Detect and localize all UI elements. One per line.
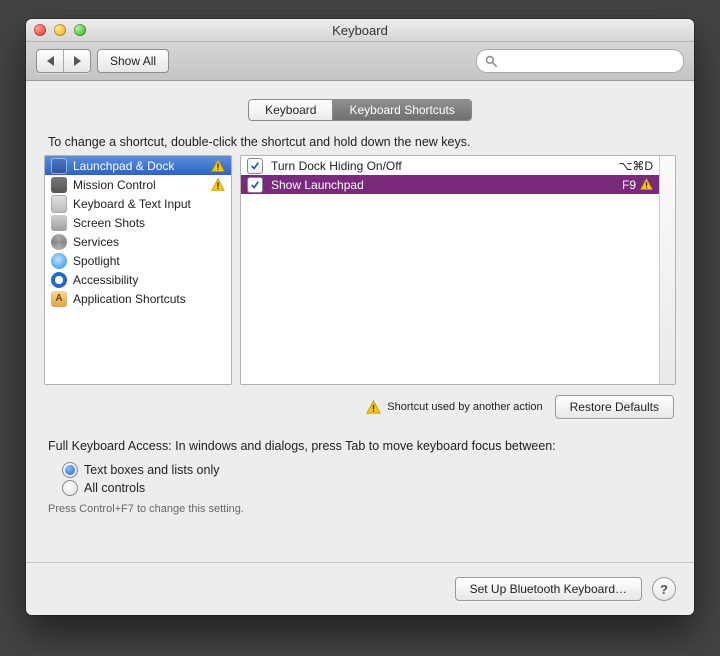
category-services[interactable]: Services bbox=[45, 232, 231, 251]
shortcut-list[interactable]: Turn Dock Hiding On/Off ⌥⌘D Show Launchp… bbox=[240, 155, 676, 385]
shortcut-checkbox[interactable] bbox=[247, 177, 263, 193]
category-label: Spotlight bbox=[73, 254, 225, 268]
forward-button[interactable] bbox=[63, 50, 90, 72]
category-keyboard-text-input[interactable]: Keyboard & Text Input bbox=[45, 194, 231, 213]
fka-hint: Press Control+F7 to change this setting. bbox=[48, 503, 672, 515]
category-label: Screen Shots bbox=[73, 216, 225, 230]
accessibility-icon bbox=[51, 272, 67, 288]
radio-label: All controls bbox=[84, 481, 145, 495]
launchpad-icon bbox=[51, 158, 67, 174]
shortcut-checkbox[interactable] bbox=[247, 158, 263, 174]
conflict-note: Shortcut used by another action bbox=[366, 400, 542, 415]
full-keyboard-access-group: Text boxes and lists only All controls bbox=[62, 461, 676, 497]
application-icon bbox=[51, 291, 67, 307]
shortcut-key[interactable]: ⌥⌘D bbox=[619, 159, 654, 173]
gear-icon bbox=[51, 234, 67, 250]
zoom-button[interactable] bbox=[74, 24, 86, 36]
category-list[interactable]: Launchpad & Dock Mission Control Keyboar… bbox=[44, 155, 232, 385]
warning-icon bbox=[366, 400, 381, 415]
full-keyboard-access-label: Full Keyboard Access: In windows and dia… bbox=[48, 439, 672, 453]
shortcut-key[interactable]: F9 bbox=[622, 178, 653, 192]
content-area: Keyboard Keyboard Shortcuts To change a … bbox=[26, 81, 694, 562]
category-label: Application Shortcuts bbox=[73, 292, 225, 306]
shortcut-row[interactable]: Show Launchpad F9 bbox=[241, 175, 675, 194]
toolbar: Show All bbox=[26, 42, 694, 81]
window-title: Keyboard bbox=[26, 23, 694, 38]
warning-icon bbox=[211, 178, 225, 192]
category-label: Keyboard & Text Input bbox=[73, 197, 225, 211]
minimize-button[interactable] bbox=[54, 24, 66, 36]
shortcut-row[interactable]: Turn Dock Hiding On/Off ⌥⌘D bbox=[241, 156, 675, 175]
radio-all-controls[interactable]: All controls bbox=[62, 479, 676, 497]
close-button[interactable] bbox=[34, 24, 46, 36]
back-button[interactable] bbox=[37, 50, 63, 72]
search-icon bbox=[485, 55, 497, 67]
radio-label: Text boxes and lists only bbox=[84, 463, 220, 477]
category-label: Services bbox=[73, 235, 225, 249]
nav-back-forward bbox=[36, 49, 91, 73]
window-controls bbox=[34, 24, 86, 36]
radio-text-boxes-only[interactable]: Text boxes and lists only bbox=[62, 461, 676, 479]
category-label: Mission Control bbox=[73, 178, 205, 192]
category-label: Accessibility bbox=[73, 273, 225, 287]
shortcut-name: Turn Dock Hiding On/Off bbox=[271, 159, 611, 173]
category-screen-shots[interactable]: Screen Shots bbox=[45, 213, 231, 232]
help-button[interactable]: ? bbox=[652, 577, 676, 601]
list-footer: Shortcut used by another action Restore … bbox=[44, 395, 676, 419]
show-all-button[interactable]: Show All bbox=[97, 49, 169, 73]
warning-icon bbox=[640, 178, 653, 191]
category-mission-control[interactable]: Mission Control bbox=[45, 175, 231, 194]
conflict-note-text: Shortcut used by another action bbox=[387, 401, 542, 413]
instruction-text: To change a shortcut, double-click the s… bbox=[48, 135, 672, 149]
setup-bluetooth-keyboard-button[interactable]: Set Up Bluetooth Keyboard… bbox=[455, 577, 642, 601]
tab-keyboard-shortcuts[interactable]: Keyboard Shortcuts bbox=[332, 100, 470, 120]
lists-container: Launchpad & Dock Mission Control Keyboar… bbox=[44, 155, 676, 385]
mission-control-icon bbox=[51, 177, 67, 193]
category-label: Launchpad & Dock bbox=[73, 159, 205, 173]
category-application-shortcuts[interactable]: Application Shortcuts bbox=[45, 289, 231, 308]
window-footer: Set Up Bluetooth Keyboard… ? bbox=[26, 562, 694, 615]
search-field[interactable] bbox=[476, 49, 684, 73]
category-launchpad-dock[interactable]: Launchpad & Dock bbox=[45, 156, 231, 175]
radio-button[interactable] bbox=[62, 480, 78, 496]
search-input[interactable] bbox=[501, 53, 675, 69]
preferences-window: Keyboard Show All Keyboard Keyboard Shor… bbox=[26, 19, 694, 615]
tab-bar: Keyboard Keyboard Shortcuts bbox=[248, 99, 472, 121]
chevron-right-icon bbox=[74, 56, 81, 66]
keyboard-icon bbox=[51, 196, 67, 212]
tab-keyboard[interactable]: Keyboard bbox=[249, 100, 332, 120]
chevron-left-icon bbox=[47, 56, 54, 66]
category-accessibility[interactable]: Accessibility bbox=[45, 270, 231, 289]
restore-defaults-button[interactable]: Restore Defaults bbox=[555, 395, 674, 419]
category-spotlight[interactable]: Spotlight bbox=[45, 251, 231, 270]
screenshot-icon bbox=[51, 215, 67, 231]
warning-icon bbox=[211, 159, 225, 173]
shortcut-name: Show Launchpad bbox=[271, 178, 614, 192]
titlebar: Keyboard bbox=[26, 19, 694, 42]
radio-button[interactable] bbox=[62, 462, 78, 478]
spotlight-icon bbox=[51, 253, 67, 269]
